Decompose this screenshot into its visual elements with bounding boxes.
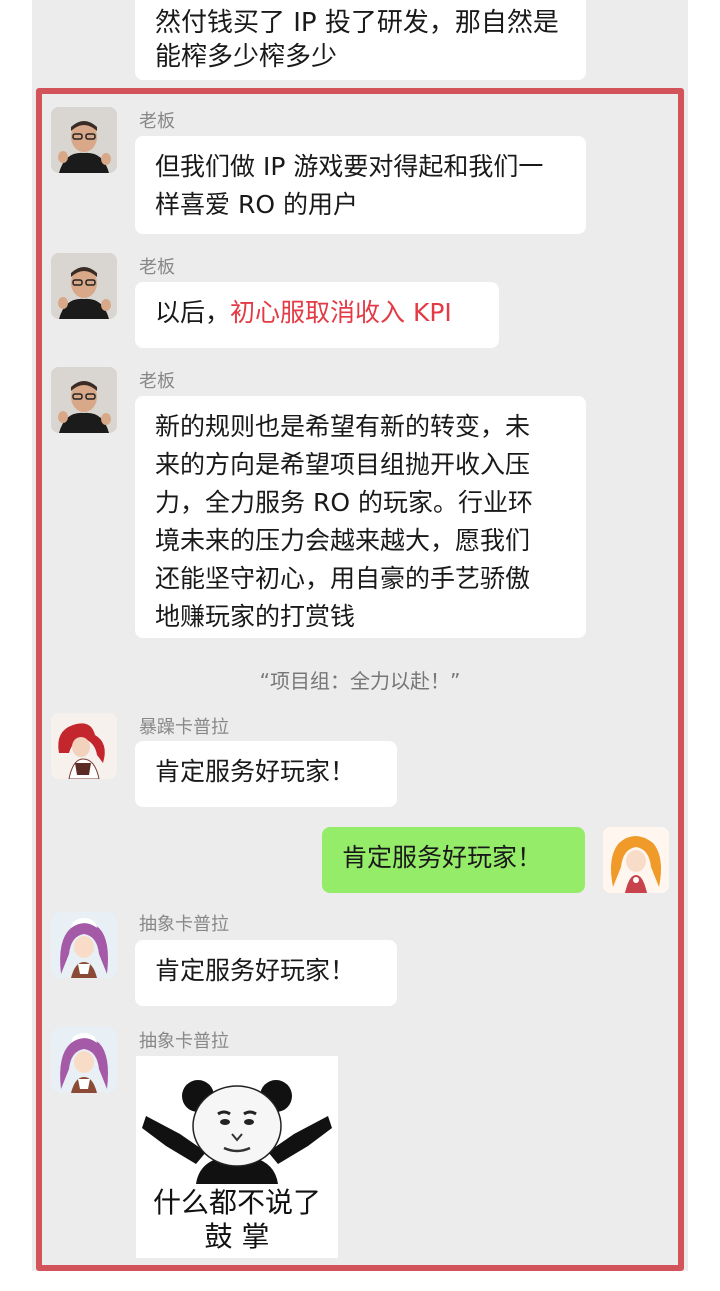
previous-message-bubble: 然付钱买了 IP 投了研发，那自然是 能榨多少榨多少	[135, 0, 586, 80]
previous-message-line: 能榨多少榨多少	[155, 42, 338, 72]
chat-screen: 然付钱买了 IP 投了研发，那自然是 能榨多少榨多少 老板 但我们做 IP 游戏…	[0, 0, 720, 1291]
highlight-frame	[36, 88, 684, 1271]
previous-message-line: 然付钱买了 IP 投了研发，那自然是	[155, 8, 559, 38]
bottom-edge	[0, 1271, 720, 1291]
